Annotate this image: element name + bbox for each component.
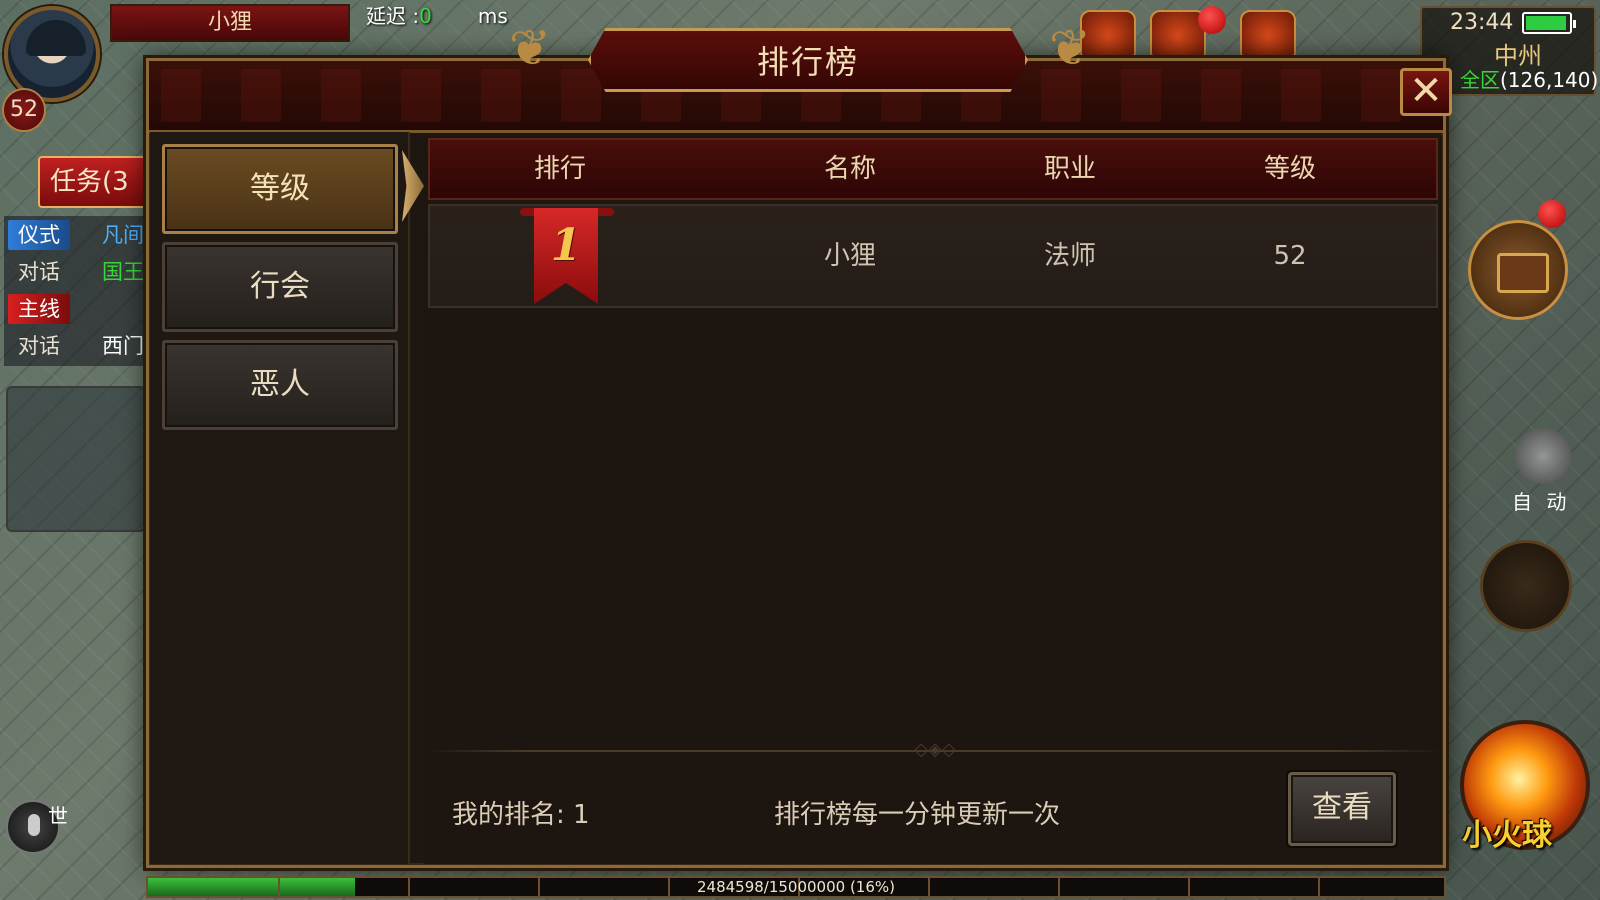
latency-value: 0 bbox=[419, 4, 432, 28]
my-rank-text: 我的排名: 1 bbox=[452, 800, 590, 830]
close-button[interactable]: ✕ bbox=[1400, 68, 1452, 116]
quest-item[interactable]: 对话 国王 bbox=[4, 253, 148, 290]
safe-zone-label: 全区 bbox=[1460, 68, 1500, 92]
table-header: 排行 名称 职业 等级 bbox=[428, 138, 1438, 200]
column-header-level: 等级 bbox=[1263, 154, 1316, 184]
cell-class: 法师 bbox=[1043, 241, 1096, 271]
panel-title: 排行榜 bbox=[756, 43, 859, 81]
tab-level[interactable]: 等级 bbox=[162, 144, 398, 234]
quest-item[interactable]: 仪式 凡间 bbox=[4, 216, 148, 253]
cell-name: 小狸 bbox=[823, 241, 876, 271]
player-level-badge: 52 bbox=[2, 88, 46, 132]
avatar-hair bbox=[26, 20, 86, 56]
column-header-class: 职业 bbox=[1043, 154, 1096, 184]
skill-slot-empty[interactable] bbox=[1480, 540, 1572, 632]
experience-text: 2484598/15000000 (16%) bbox=[696, 878, 896, 896]
close-icon: ✕ bbox=[1409, 68, 1443, 114]
treasure-chest-icon[interactable] bbox=[1468, 220, 1568, 320]
cell-rank: 1 bbox=[550, 220, 582, 271]
coordinates: (126,140) bbox=[1500, 68, 1599, 92]
quest-tag: 对话 bbox=[18, 334, 60, 358]
cell-level: 52 bbox=[1273, 241, 1307, 271]
dragon-ornament-icon: ❦ bbox=[1049, 19, 1091, 77]
latency-label: 延迟 : bbox=[366, 4, 420, 28]
auto-battle-icon[interactable] bbox=[1515, 428, 1571, 484]
skill-name: 小火球 bbox=[1462, 818, 1552, 853]
column-header-name: 名称 bbox=[823, 154, 876, 184]
quest-list: 仪式 凡间 对话 国王 主线 对话 西门 bbox=[4, 216, 148, 364]
player-name-bar: 小狸 bbox=[110, 4, 350, 42]
quest-item[interactable]: 对话 西门 bbox=[4, 327, 148, 364]
quest-tag: 仪式 bbox=[8, 220, 70, 250]
view-button[interactable]: 查看 bbox=[1288, 772, 1396, 846]
quest-text: 国王 bbox=[102, 260, 144, 284]
tab-guild[interactable]: 行会 bbox=[162, 242, 398, 332]
column-header-rank: 排行 bbox=[533, 154, 586, 184]
auto-battle-label[interactable]: 自 动 bbox=[1512, 486, 1570, 515]
quest-text: 西门 bbox=[102, 334, 144, 358]
notification-dot bbox=[1198, 6, 1226, 34]
task-button[interactable]: 任务(3 bbox=[38, 156, 148, 208]
update-notice: 排行榜每一分钟更新一次 bbox=[774, 800, 1061, 830]
world-channel-label[interactable]: 世 bbox=[48, 800, 68, 829]
minimap-panel[interactable] bbox=[6, 386, 146, 532]
quest-tag: 主线 bbox=[8, 294, 70, 324]
experience-bar: 2484598/15000000 (16%) bbox=[146, 876, 1446, 898]
quest-text: 凡间 bbox=[102, 223, 144, 247]
quest-tag: 对话 bbox=[18, 260, 60, 284]
quest-item[interactable]: 主线 bbox=[4, 290, 148, 327]
dragon-ornament-icon: ❦ bbox=[509, 19, 551, 77]
clock: 23:44 bbox=[1450, 10, 1514, 35]
coordinates-readout: 全区(126,140) bbox=[1460, 64, 1598, 93]
tab-villain[interactable]: 恶人 bbox=[162, 340, 398, 430]
notification-dot bbox=[1538, 200, 1566, 228]
divider-ornament-icon: ◇◈◇ bbox=[914, 739, 956, 760]
battery-icon bbox=[1522, 12, 1576, 34]
pavilion-icon[interactable] bbox=[1240, 10, 1296, 62]
